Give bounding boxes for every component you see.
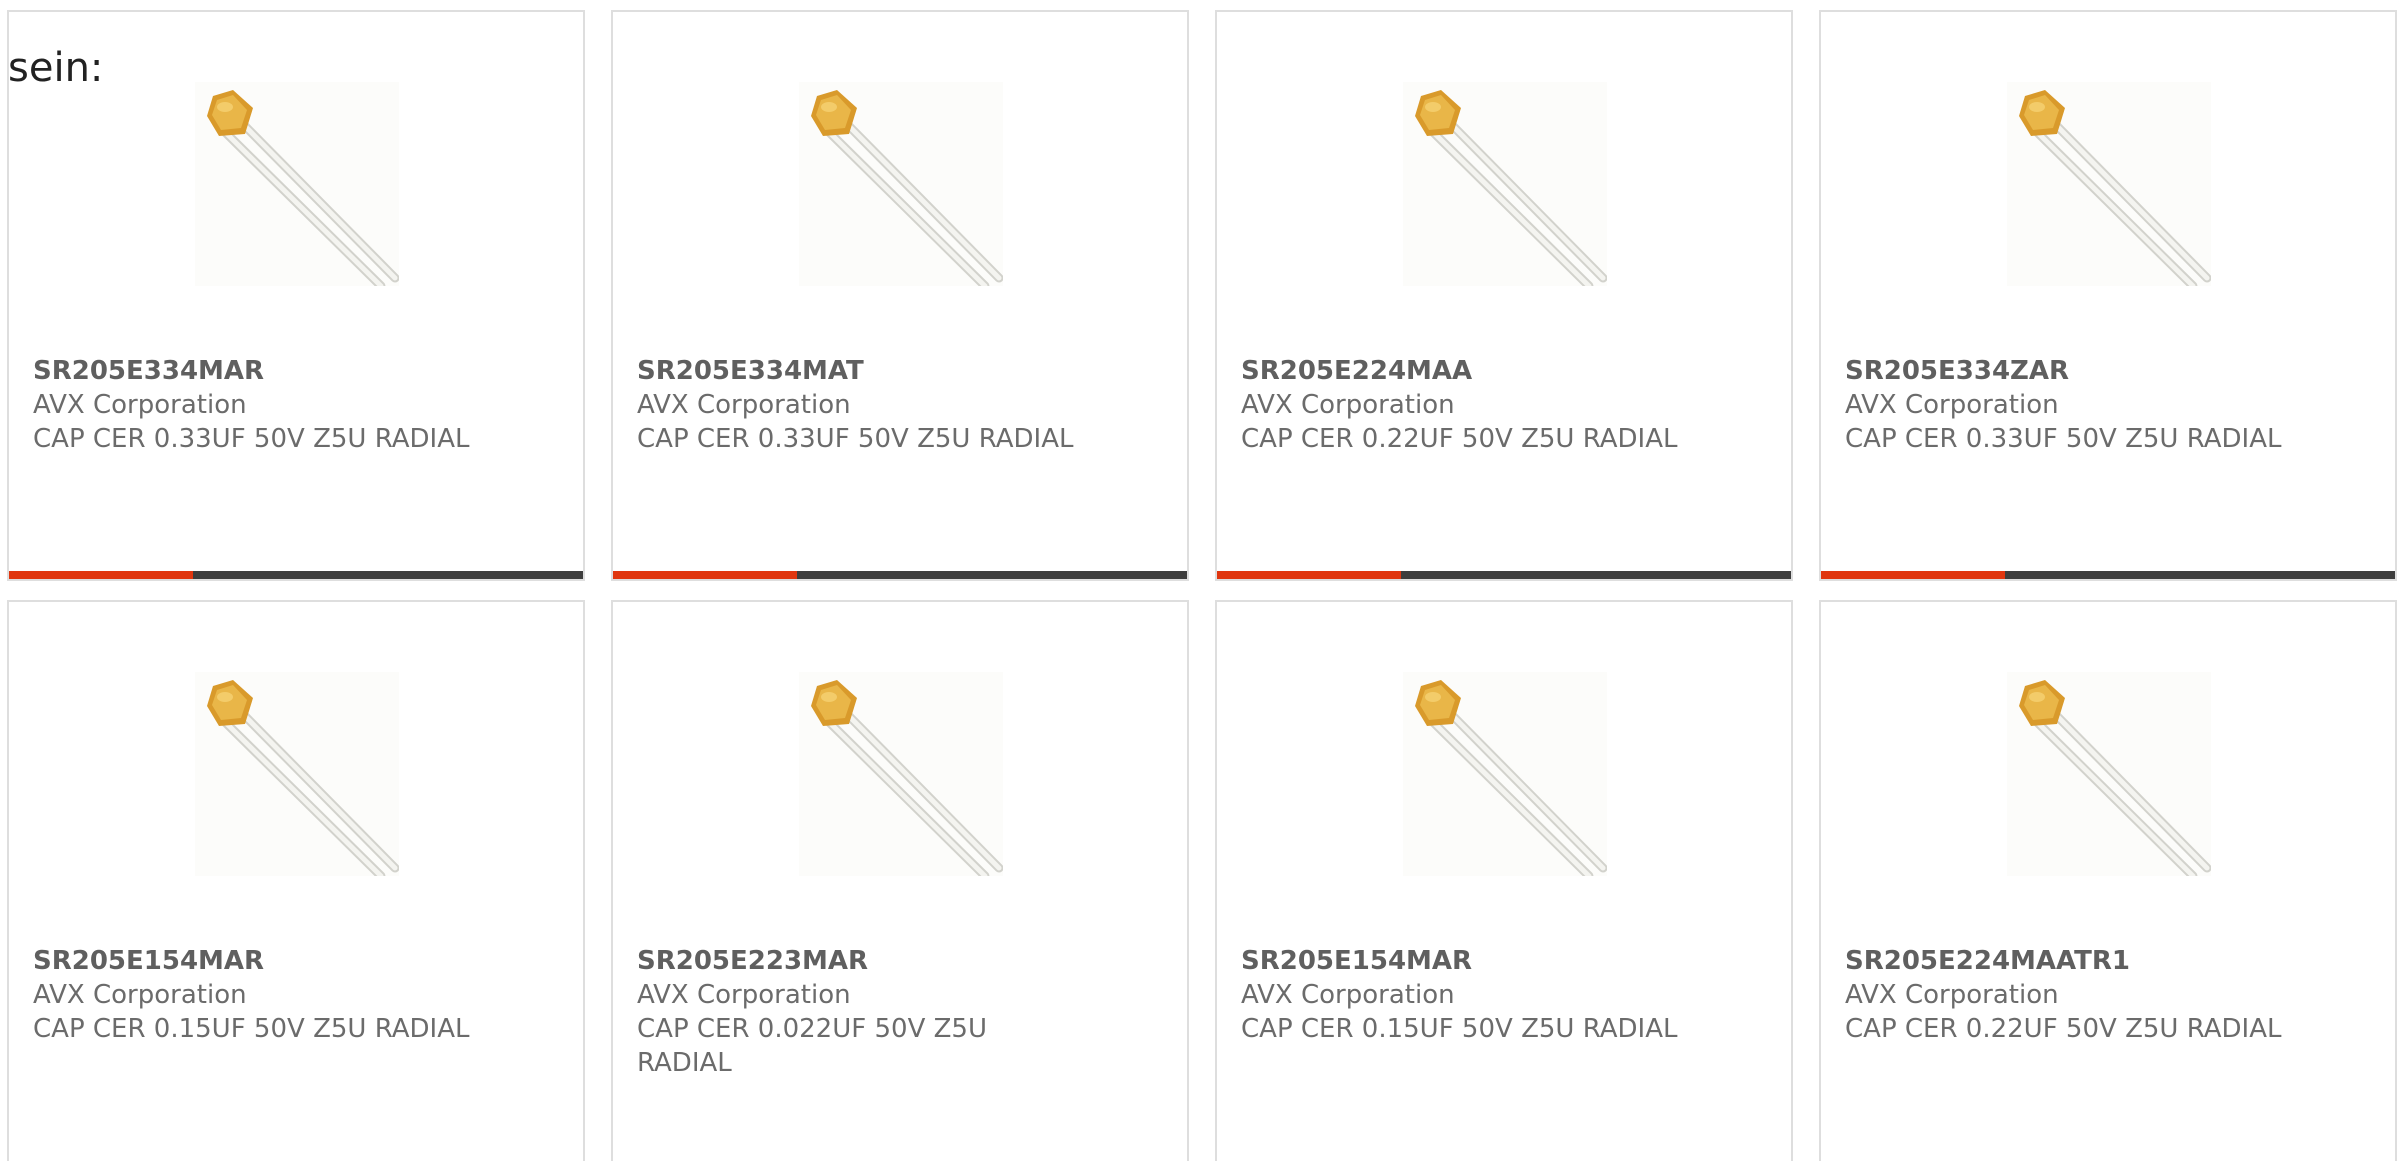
product-info: SR205E154MAR AVX Corporation CAP CER 0.1… bbox=[1241, 944, 1721, 1046]
radial-ceramic-capacitor-icon bbox=[2007, 82, 2211, 286]
part-number[interactable]: SR205E154MAR bbox=[1241, 944, 1721, 978]
capacitor-image[interactable] bbox=[195, 82, 399, 286]
product-description: CAP CER 0.33UF 50V Z5U RADIAL bbox=[1845, 424, 2282, 454]
part-number[interactable]: SR205E334MAR bbox=[33, 354, 513, 388]
part-number[interactable]: SR205E334ZAR bbox=[1845, 354, 2325, 388]
product-description: CAP CER 0.15UF 50V Z5U RADIAL bbox=[1241, 1014, 1678, 1044]
card-accent-bar bbox=[9, 571, 583, 579]
product-card[interactable]: SR205E224MAATR1 AVX Corporation CAP CER … bbox=[1819, 600, 2397, 1161]
capacitor-image[interactable] bbox=[1403, 82, 1607, 286]
manufacturer: AVX Corporation bbox=[1845, 980, 2059, 1010]
capacitor-image[interactable] bbox=[799, 82, 1003, 286]
capacitor-image[interactable] bbox=[799, 672, 1003, 876]
card-accent-bar bbox=[613, 571, 1187, 579]
part-number[interactable]: SR205E224MAATR1 bbox=[1845, 944, 2325, 978]
product-info: SR205E224MAA AVX Corporation CAP CER 0.2… bbox=[1241, 354, 1721, 456]
manufacturer: AVX Corporation bbox=[637, 980, 851, 1010]
manufacturer: AVX Corporation bbox=[1241, 980, 1455, 1010]
radial-ceramic-capacitor-icon bbox=[195, 82, 399, 286]
product-description: CAP CER 0.15UF 50V Z5U RADIAL bbox=[33, 1014, 470, 1044]
product-card[interactable]: SR205E224MAA AVX Corporation CAP CER 0.2… bbox=[1215, 10, 1793, 581]
manufacturer: AVX Corporation bbox=[33, 980, 247, 1010]
part-number[interactable]: SR205E224MAA bbox=[1241, 354, 1721, 388]
manufacturer: AVX Corporation bbox=[637, 390, 851, 420]
product-info: SR205E223MAR AVX Corporation CAP CER 0.0… bbox=[637, 944, 997, 1080]
accent-segment bbox=[1821, 571, 2005, 579]
radial-ceramic-capacitor-icon bbox=[1403, 672, 1607, 876]
manufacturer: AVX Corporation bbox=[1845, 390, 2059, 420]
product-info: SR205E334MAT AVX Corporation CAP CER 0.3… bbox=[637, 354, 1117, 456]
radial-ceramic-capacitor-icon bbox=[195, 672, 399, 876]
product-info: SR205E224MAATR1 AVX Corporation CAP CER … bbox=[1845, 944, 2325, 1046]
part-number[interactable]: SR205E334MAT bbox=[637, 354, 1117, 388]
product-card[interactable]: SR205E154MAR AVX Corporation CAP CER 0.1… bbox=[7, 600, 585, 1161]
capacitor-image[interactable] bbox=[2007, 672, 2211, 876]
product-card[interactable]: SR205E223MAR AVX Corporation CAP CER 0.0… bbox=[611, 600, 1189, 1161]
accent-segment bbox=[9, 571, 193, 579]
radial-ceramic-capacitor-icon bbox=[799, 672, 1003, 876]
part-number[interactable]: SR205E154MAR bbox=[33, 944, 513, 978]
product-description: CAP CER 0.022UF 50V Z5U RADIAL bbox=[637, 1014, 987, 1078]
accent-segment bbox=[1217, 571, 1401, 579]
product-info: SR205E334ZAR AVX Corporation CAP CER 0.3… bbox=[1845, 354, 2325, 456]
product-description: CAP CER 0.22UF 50V Z5U RADIAL bbox=[1845, 1014, 2282, 1044]
capacitor-image[interactable] bbox=[195, 672, 399, 876]
manufacturer: AVX Corporation bbox=[1241, 390, 1455, 420]
radial-ceramic-capacitor-icon bbox=[2007, 672, 2211, 876]
radial-ceramic-capacitor-icon bbox=[1403, 82, 1607, 286]
product-description: CAP CER 0.33UF 50V Z5U RADIAL bbox=[33, 424, 470, 454]
product-card[interactable]: SR205E334MAT AVX Corporation CAP CER 0.3… bbox=[611, 10, 1189, 581]
card-accent-bar bbox=[1821, 571, 2395, 579]
product-description: CAP CER 0.22UF 50V Z5U RADIAL bbox=[1241, 424, 1678, 454]
manufacturer: AVX Corporation bbox=[33, 390, 247, 420]
capacitor-image[interactable] bbox=[1403, 672, 1607, 876]
product-card[interactable]: SR205E334ZAR AVX Corporation CAP CER 0.3… bbox=[1819, 10, 2397, 581]
accent-segment bbox=[613, 571, 797, 579]
product-info: SR205E334MAR AVX Corporation CAP CER 0.3… bbox=[33, 354, 513, 456]
intro-text: sein: bbox=[8, 45, 104, 91]
capacitor-image[interactable] bbox=[2007, 82, 2211, 286]
product-info: SR205E154MAR AVX Corporation CAP CER 0.1… bbox=[33, 944, 513, 1046]
product-description: CAP CER 0.33UF 50V Z5U RADIAL bbox=[637, 424, 1074, 454]
radial-ceramic-capacitor-icon bbox=[799, 82, 1003, 286]
product-card[interactable]: SR205E154MAR AVX Corporation CAP CER 0.1… bbox=[1215, 600, 1793, 1161]
card-accent-bar bbox=[1217, 571, 1791, 579]
product-grid-page: sein: SR205E334MAR AVX Corporation CAP C… bbox=[0, 0, 2400, 1161]
part-number[interactable]: SR205E223MAR bbox=[637, 944, 997, 978]
